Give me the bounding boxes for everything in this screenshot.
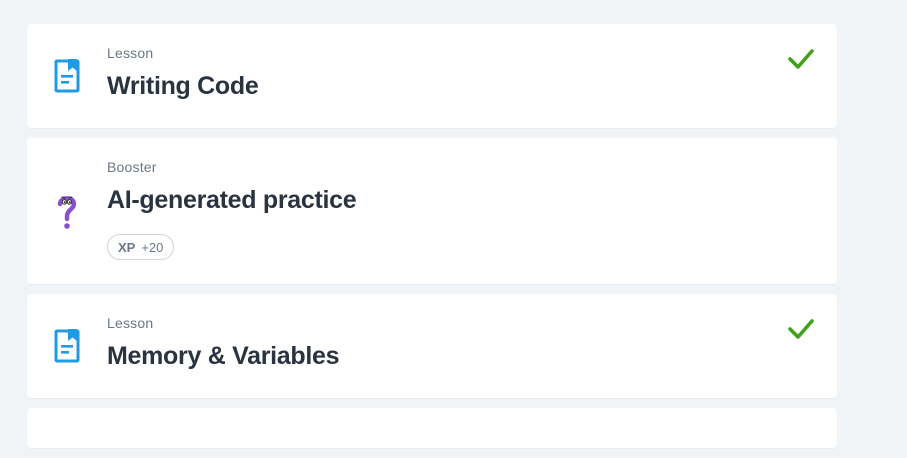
question-mark-character-icon — [57, 196, 77, 229]
checkmark-icon — [788, 319, 814, 339]
lesson-list: Lesson Writing Code Booster AI-generated… — [27, 24, 837, 458]
list-item-ai-generated-practice[interactable]: Booster AI-generated practice XP +20 — [27, 138, 837, 284]
lesson-document-icon — [54, 59, 80, 93]
item-type-label: Lesson — [107, 315, 154, 331]
item-title: Memory & Variables — [107, 342, 340, 370]
item-type-label: Booster — [107, 159, 157, 175]
list-item-next[interactable] — [27, 408, 837, 448]
list-item-writing-code[interactable]: Lesson Writing Code — [27, 24, 837, 128]
lesson-document-icon — [54, 329, 80, 363]
list-item-memory-variables[interactable]: Lesson Memory & Variables — [27, 294, 837, 398]
item-title: AI-generated practice — [107, 186, 357, 214]
xp-value: +20 — [141, 239, 164, 255]
xp-label: XP — [118, 239, 136, 255]
item-type-label: Lesson — [107, 45, 154, 61]
xp-badge: XP +20 — [107, 234, 175, 260]
item-title: Writing Code — [107, 72, 259, 100]
checkmark-icon — [788, 49, 814, 69]
